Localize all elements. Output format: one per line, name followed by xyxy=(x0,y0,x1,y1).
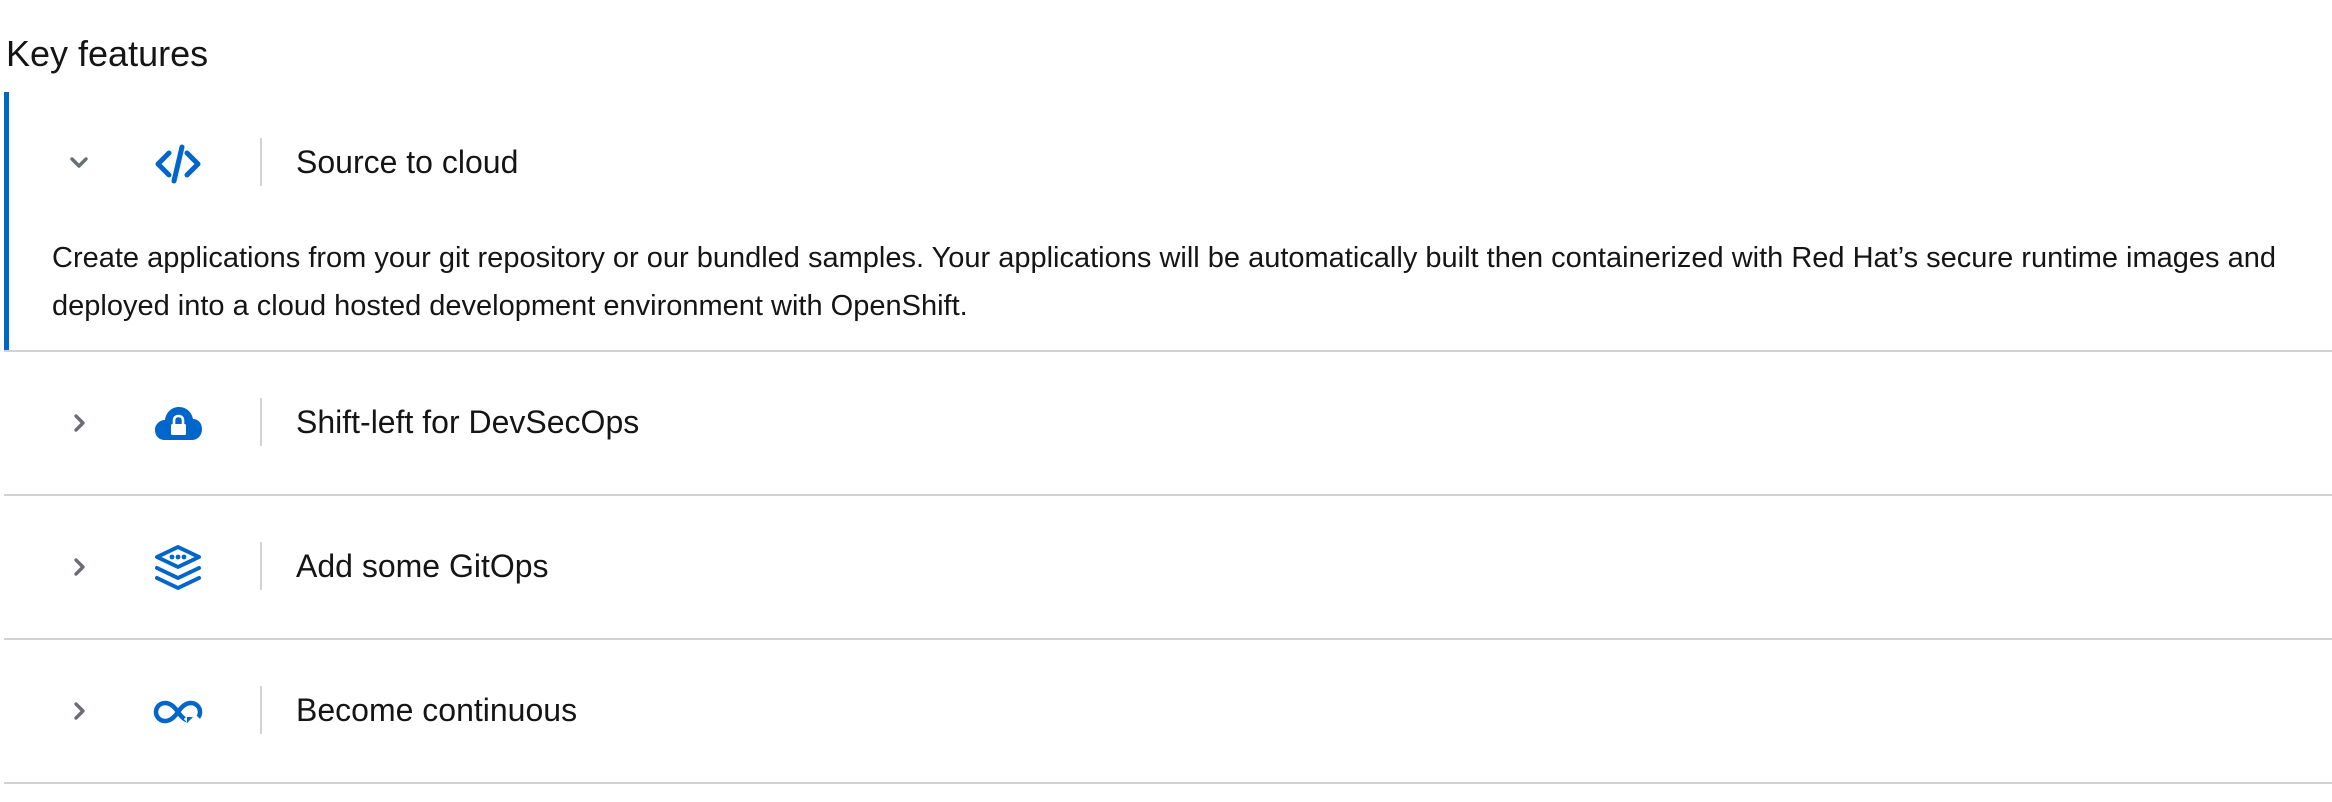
icon-divider xyxy=(260,138,262,186)
accordion-label: Add some GitOps xyxy=(296,548,549,584)
infinity-icon xyxy=(153,700,203,728)
accordion-item-shift-left: Shift-left for DevSecOps xyxy=(4,352,2332,496)
features-accordion: Source to cloud Create applications from… xyxy=(4,92,2332,784)
code-icon xyxy=(155,144,201,184)
page-title: Key features xyxy=(6,33,209,75)
icon-divider xyxy=(260,542,262,590)
accordion-body-source-to-cloud: Create applications from your git reposi… xyxy=(4,234,2332,350)
accordion-body-text: Create applications from your git reposi… xyxy=(52,242,2276,322)
accordion-toggle-gitops[interactable]: Add some GitOps xyxy=(4,496,2332,638)
cloud-lock-icon xyxy=(155,407,202,440)
page: Key features Source to cloud Create appl… xyxy=(0,0,2332,802)
chevron-right-icon xyxy=(74,702,85,720)
chevron-right-icon xyxy=(74,558,85,576)
icon-divider xyxy=(260,398,262,446)
accordion-item-gitops: Add some GitOps xyxy=(4,496,2332,640)
accordion-toggle-continuous[interactable]: Become continuous xyxy=(4,640,2332,782)
accordion-item-continuous: Become continuous xyxy=(4,640,2332,784)
accordion-toggle-shift-left[interactable]: Shift-left for DevSecOps xyxy=(4,352,2332,494)
layers-icon xyxy=(155,545,201,590)
icon-divider xyxy=(260,686,262,734)
accordion-item-source-to-cloud: Source to cloud Create applications from… xyxy=(4,92,2332,352)
accordion-label: Shift-left for DevSecOps xyxy=(296,404,640,440)
accordion-toggle-source-to-cloud[interactable]: Source to cloud xyxy=(4,92,2332,234)
chevron-down-icon xyxy=(70,157,88,168)
accordion-label: Become continuous xyxy=(296,692,578,728)
accordion-label: Source to cloud xyxy=(296,144,519,180)
chevron-right-icon xyxy=(74,414,85,432)
